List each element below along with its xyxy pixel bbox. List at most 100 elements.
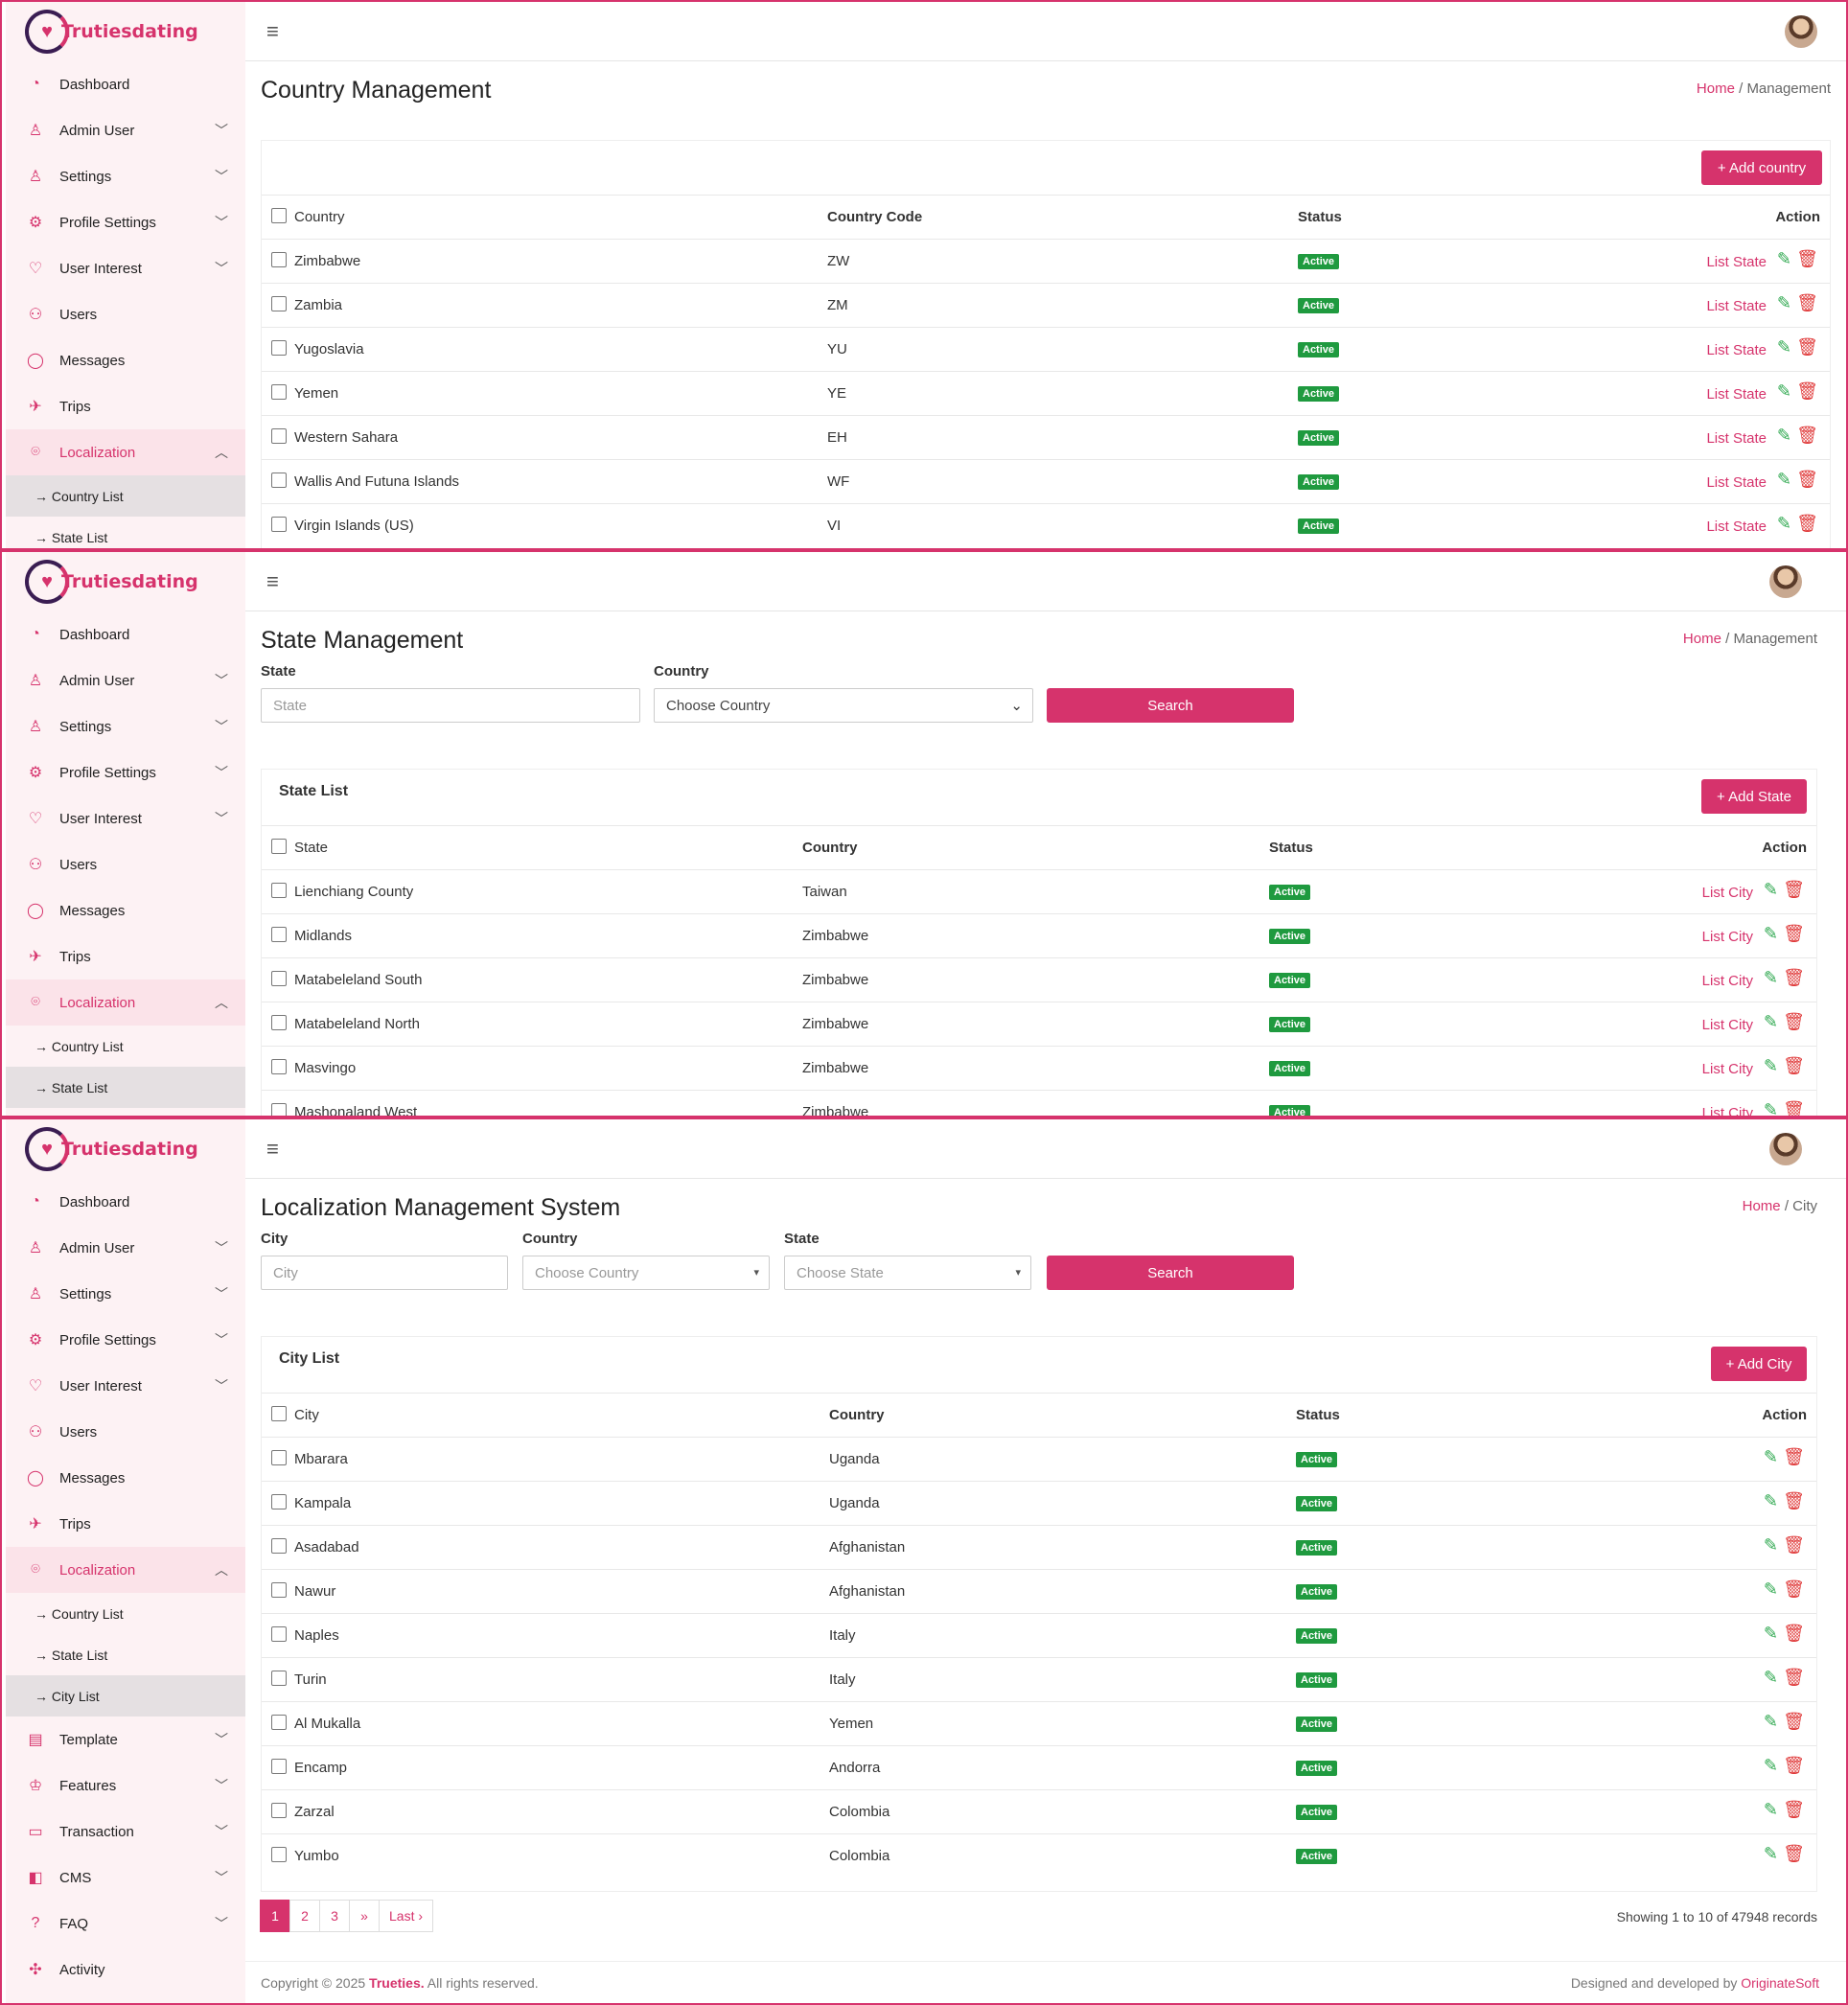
edit-icon[interactable]: ✎ (1764, 968, 1778, 988)
trash-icon[interactable]: 🗑 (1783, 1056, 1805, 1076)
nav-dashboard[interactable]: ◔ Dashboard (6, 61, 245, 107)
edit-icon[interactable]: ✎ (1764, 1668, 1778, 1688)
row-checkbox[interactable] (271, 1450, 287, 1466)
row-link[interactable]: List State (1706, 386, 1767, 403)
trash-icon[interactable]: 🗑 (1783, 1447, 1805, 1467)
nav-transaction[interactable]: ▭ Transaction ﹀ (6, 1809, 245, 1855)
trash-icon[interactable]: 🗑 (1783, 1624, 1805, 1644)
nav-country-list[interactable]: → Country List (6, 1593, 245, 1634)
page-4[interactable]: » (349, 1900, 380, 1932)
row-checkbox[interactable] (271, 971, 287, 987)
edit-icon[interactable]: ✎ (1764, 1056, 1778, 1076)
avatar[interactable] (1769, 1133, 1802, 1165)
row-checkbox[interactable] (271, 1103, 287, 1116)
nav-settings[interactable]: ♙ Settings ﹀ (6, 703, 245, 749)
row-checkbox[interactable] (271, 1059, 287, 1075)
trash-icon[interactable]: 🗑 (1783, 968, 1805, 988)
nav-user-interest[interactable]: ♡ User Interest ﹀ (6, 795, 245, 841)
edit-icon[interactable]: ✎ (1764, 1491, 1778, 1511)
trash-icon[interactable]: 🗑 (1783, 1800, 1805, 1820)
nav-messages[interactable]: ◯ Messages (6, 337, 245, 383)
logo[interactable]: ♥ Trutiesdating (6, 2, 245, 61)
search-button[interactable]: Search (1047, 1256, 1294, 1290)
nav-users[interactable]: ⚇ Users (6, 1409, 245, 1455)
trash-icon[interactable]: 🗑 (1783, 1579, 1805, 1600)
trash-icon[interactable]: 🗑 (1783, 1012, 1805, 1032)
trash-icon[interactable]: 🗑 (1796, 470, 1818, 490)
trash-icon[interactable]: 🗑 (1783, 1491, 1805, 1511)
trash-icon[interactable]: 🗑 (1796, 249, 1818, 269)
edit-icon[interactable]: ✎ (1764, 1579, 1778, 1600)
edit-icon[interactable]: ✎ (1764, 1756, 1778, 1776)
state-input[interactable]: State (261, 688, 640, 723)
row-link[interactable]: List State (1706, 430, 1767, 447)
trash-icon[interactable]: 🗑 (1783, 1844, 1805, 1864)
edit-icon[interactable]: ✎ (1764, 1535, 1778, 1556)
add-city-button[interactable]: + Add City (1711, 1347, 1807, 1381)
row-checkbox[interactable] (271, 296, 287, 312)
edit-icon[interactable]: ✎ (1764, 1844, 1778, 1864)
edit-icon[interactable]: ✎ (1764, 880, 1778, 900)
row-checkbox[interactable] (271, 1847, 287, 1863)
hamburger-icon[interactable]: ≡ (266, 569, 279, 594)
nav-country-list[interactable]: → Country List (6, 475, 245, 517)
nav-country-list[interactable]: → Country List (6, 1026, 245, 1067)
nav-faq[interactable]: ? FAQ ﹀ (6, 1901, 245, 1947)
nav-localization[interactable]: ⌾ Localization ︿ (6, 979, 245, 1026)
nav-trips[interactable]: ✈ Trips (6, 1501, 245, 1547)
nav-localization[interactable]: ⌾ Localization ︿ (6, 429, 245, 475)
trash-icon[interactable]: 🗑 (1796, 514, 1818, 534)
row-checkbox[interactable] (271, 384, 287, 401)
country-select[interactable]: Choose Country ⌄ (654, 688, 1033, 723)
select-all-checkbox[interactable] (271, 839, 287, 855)
edit-icon[interactable]: ✎ (1764, 1712, 1778, 1732)
row-checkbox[interactable] (271, 252, 287, 268)
nav-settings[interactable]: ♙ Settings ﹀ (6, 1271, 245, 1317)
edit-icon[interactable]: ✎ (1777, 381, 1791, 402)
row-link[interactable]: List City (1702, 1017, 1753, 1033)
row-checkbox[interactable] (271, 1715, 287, 1731)
edit-icon[interactable]: ✎ (1777, 470, 1791, 490)
page-1[interactable]: 1 (260, 1900, 290, 1932)
trash-icon[interactable]: 🗑 (1783, 1535, 1805, 1556)
nav-dashboard[interactable]: ◔ Dashboard (6, 1179, 245, 1225)
row-link[interactable]: List State (1706, 298, 1767, 314)
nav-user-interest[interactable]: ♡ User Interest ﹀ (6, 1363, 245, 1409)
row-link[interactable]: List State (1706, 342, 1767, 358)
row-checkbox[interactable] (271, 472, 287, 489)
nav-messages[interactable]: ◯ Messages (6, 887, 245, 933)
city-input[interactable]: City (261, 1256, 508, 1290)
row-checkbox[interactable] (271, 428, 287, 445)
nav-activity[interactable]: ✣ Activity (6, 1947, 245, 1993)
footer-company-link[interactable]: OriginateSoft (1741, 1975, 1819, 1991)
edit-icon[interactable]: ✎ (1777, 514, 1791, 534)
trash-icon[interactable]: 🗑 (1796, 381, 1818, 402)
nav-users[interactable]: ⚇ Users (6, 841, 245, 887)
nav-city-list[interactable]: → City List (6, 1675, 245, 1717)
row-checkbox[interactable] (271, 340, 287, 357)
row-link[interactable]: List State (1706, 474, 1767, 491)
row-checkbox[interactable] (271, 1494, 287, 1510)
nav-profile-settings[interactable]: ⚙ Profile Settings ﹀ (6, 199, 245, 245)
logo[interactable]: ♥ Trutiesdating (6, 1119, 245, 1179)
trash-icon[interactable]: 🗑 (1783, 924, 1805, 944)
nav-users[interactable]: ⚇ Users (6, 291, 245, 337)
row-checkbox[interactable] (271, 1759, 287, 1775)
add-country-button[interactable]: + Add country (1701, 150, 1822, 185)
row-checkbox[interactable] (271, 517, 287, 533)
trash-icon[interactable]: 🗑 (1783, 1756, 1805, 1776)
nav-admin-user[interactable]: ♙ Admin User ﹀ (6, 1225, 245, 1271)
breadcrumb-home[interactable]: Home (1683, 631, 1721, 647)
nav-admin-user[interactable]: ♙ Admin User ﹀ (6, 657, 245, 703)
page-2[interactable]: 2 (289, 1900, 320, 1932)
nav-admin-user[interactable]: ♙ Admin User ﹀ (6, 107, 245, 153)
row-link[interactable]: List City (1702, 1061, 1753, 1077)
nav-template[interactable]: ▤ Template ﹀ (6, 1717, 245, 1763)
trash-icon[interactable]: 🗑 (1796, 293, 1818, 313)
nav-state-list[interactable]: → State List (6, 1067, 245, 1108)
edit-icon[interactable]: ✎ (1777, 337, 1791, 357)
edit-icon[interactable]: ✎ (1764, 924, 1778, 944)
row-checkbox[interactable] (271, 883, 287, 899)
nav-settings[interactable]: ♙ Settings ﹀ (6, 153, 245, 199)
row-checkbox[interactable] (271, 1671, 287, 1687)
